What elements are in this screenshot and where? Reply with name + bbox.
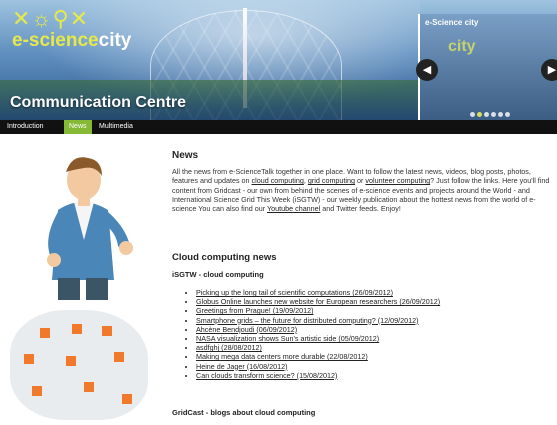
list-item: Heine de Jager (16/08/2012) <box>196 362 440 371</box>
gridcast-heading: GridCast - blogs about cloud computing <box>172 408 316 417</box>
news-text-part: or <box>355 176 366 186</box>
map-plot <box>84 382 94 392</box>
carousel-dot[interactable] <box>498 112 503 117</box>
tab-multimedia[interactable]: Multimedia <box>94 120 138 134</box>
list-item: Picking up the long tail of scientific c… <box>196 288 440 297</box>
site-logo[interactable]: ✕☼⚲✕ e-sciencecity <box>12 6 131 52</box>
article-link[interactable]: asdfghj (28/08/2012) <box>196 343 262 352</box>
article-link[interactable]: Ahcène Bendjoudi (06/09/2012) <box>196 325 297 334</box>
article-link[interactable]: Globus Online launches new website for E… <box>196 297 440 306</box>
youtube-channel-link[interactable]: Youtube channel <box>267 204 320 213</box>
isgtw-heading: iSGTW - cloud computing <box>172 270 264 279</box>
tab-news-label: News <box>69 123 87 130</box>
article-link[interactable]: NASA visualization shows Sun's artistic … <box>196 334 379 343</box>
carousel-dot[interactable] <box>484 112 489 117</box>
carousel-dot[interactable] <box>477 112 482 117</box>
main-nav: Introduction News Multimedia <box>0 120 557 134</box>
list-item: Ahcène Bendjoudi (06/09/2012) <box>196 325 440 334</box>
grid-computing-link[interactable]: grid computing <box>308 176 355 185</box>
carousel-dots[interactable] <box>470 104 512 120</box>
header-banner: ✕☼⚲✕ e-sciencecity Communication Centre … <box>0 0 557 120</box>
cloud-computing-link[interactable]: cloud computing <box>252 176 304 185</box>
news-intro-paragraph: All the news from e-ScienceTalk together… <box>172 167 557 213</box>
carousel-dot[interactable] <box>491 112 496 117</box>
map-plot <box>40 328 50 338</box>
article-link[interactable]: Smartphone grids – the future for distri… <box>196 316 419 325</box>
tab-introduction[interactable]: Introduction <box>2 120 49 134</box>
map-plot <box>102 326 112 336</box>
map-plot <box>66 356 76 366</box>
list-item: Greetings from Prague! (19/09/2012) <box>196 306 440 315</box>
isgtw-link-list: Picking up the long tail of scientific c… <box>182 288 440 380</box>
article-link[interactable]: Can clouds transform science? (15/08/201… <box>196 371 337 380</box>
article-link[interactable]: Picking up the long tail of scientific c… <box>196 288 393 297</box>
logo-word-suffix: city <box>98 30 132 51</box>
logo-glyphs: ✕☼⚲✕ <box>12 6 90 31</box>
news-text-part: and Twitter feeds. Enjoy! <box>320 204 401 214</box>
carousel-image-text: city <box>448 38 476 55</box>
carousel-prev-icon[interactable]: ◀ <box>416 59 438 81</box>
article-link[interactable]: Making mega data centers more durable (2… <box>196 352 368 361</box>
article-link[interactable]: Greetings from Prague! (19/09/2012) <box>196 306 313 315</box>
map-plot <box>24 354 34 364</box>
map-plot <box>32 386 42 396</box>
map-plot <box>114 352 124 362</box>
volunteer-computing-link[interactable]: volunteer computing <box>365 176 430 185</box>
map-plot <box>72 324 82 334</box>
carousel-dot[interactable] <box>470 112 475 117</box>
carousel-next-icon[interactable]: ▶ <box>541 59 557 81</box>
logo-word-prefix: e-science <box>12 30 99 51</box>
news-heading: News <box>172 150 199 161</box>
list-item: NASA visualization shows Sun's artistic … <box>196 334 440 343</box>
tab-multimedia-label: Multimedia <box>99 123 133 130</box>
list-item: Making mega data centers more durable (2… <box>196 352 440 361</box>
logo-wordmark: e-sciencecity <box>12 30 131 52</box>
news-section: News All the news from e-ScienceTalk tog… <box>172 150 557 213</box>
image-carousel[interactable]: e-Science city city ◀ ▶ <box>416 14 557 120</box>
carousel-title: e-Science city <box>425 18 479 27</box>
list-item: asdfghj (28/08/2012) <box>196 343 440 352</box>
carousel-dot[interactable] <box>505 112 510 117</box>
city-map-illustration <box>10 310 148 420</box>
list-item: Can clouds transform science? (15/08/201… <box>196 371 440 380</box>
avatar-illustration <box>47 157 133 300</box>
article-link[interactable]: Heine de Jager (16/08/2012) <box>196 362 288 371</box>
tab-introduction-label: Introduction <box>7 123 44 130</box>
tab-news[interactable]: News <box>64 120 92 134</box>
page-title: Communication Centre <box>10 94 187 111</box>
list-item: Smartphone grids – the future for distri… <box>196 316 440 325</box>
list-item: Globus Online launches new website for E… <box>196 297 440 306</box>
cloud-news-heading: Cloud computing news <box>172 252 277 263</box>
map-plot <box>122 394 132 404</box>
